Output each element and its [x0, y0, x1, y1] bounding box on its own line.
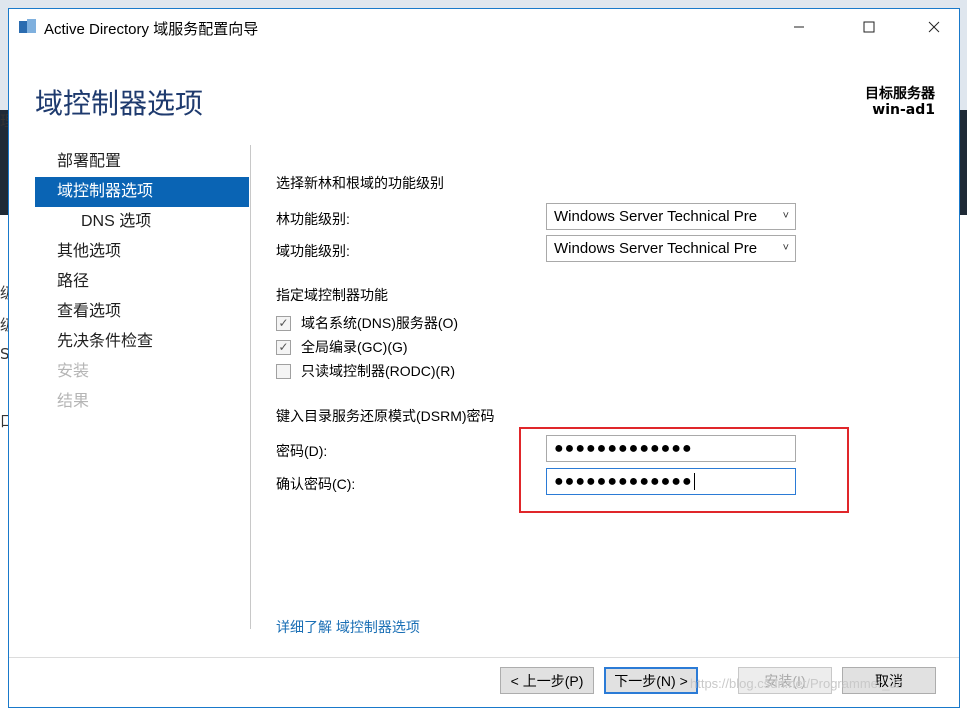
confirm-password-label: 确认密码(C): — [276, 476, 356, 492]
dns-server-checkbox[interactable]: ✓ — [276, 315, 291, 331]
nav-item-paths[interactable]: 路径 — [35, 267, 249, 297]
global-catalog-option[interactable]: ✓ 全局编录(GC)(G) — [276, 337, 408, 357]
global-catalog-checkbox[interactable]: ✓ — [276, 339, 291, 355]
nav-divider — [250, 145, 251, 629]
window-title: Active Directory 域服务配置向导 — [44, 21, 259, 38]
section-heading: 选择新林和根域的功能级别 — [276, 175, 444, 191]
forest-level-value: Windows Server Technical Pre — [554, 208, 758, 225]
domain-level-value: Windows Server Technical Pre — [554, 240, 758, 257]
nav-item-dc-options[interactable]: 域控制器选项 — [35, 177, 249, 207]
previous-button[interactable]: < 上一步(P) — [500, 667, 594, 694]
wizard-window: Active Directory 域服务配置向导 域控制器选项 目标服务器 wi… — [8, 8, 960, 708]
section-heading: 键入目录服务还原模式(DSRM)密码 — [276, 408, 495, 424]
nav-item-install: 安装 — [57, 363, 90, 380]
target-server-name: win-ad1 — [872, 102, 935, 118]
nav-item-results: 结果 — [57, 393, 90, 410]
section-heading: 指定域控制器功能 — [276, 287, 388, 303]
close-icon — [928, 21, 940, 33]
wizard-content: 选择新林和根域的功能级别 林功能级别: Windows Server Techn… — [276, 159, 946, 639]
nav-item-deployment[interactable]: 部署配置 — [35, 147, 249, 177]
chevron-down-icon: ˅ — [782, 210, 789, 222]
target-server-label: 目标服务器 — [865, 86, 935, 102]
highlight-box — [519, 427, 849, 513]
minimize-button[interactable] — [774, 9, 824, 45]
domain-level-label: 域功能级别: — [276, 243, 350, 259]
page-title: 域控制器选项 — [35, 88, 204, 119]
title-bar[interactable]: Active Directory 域服务配置向导 — [9, 9, 959, 45]
password-label: 密码(D): — [276, 443, 328, 459]
forest-level-label: 林功能级别: — [276, 211, 350, 227]
learn-more-link[interactable]: 详细了解 域控制器选项 — [276, 617, 420, 637]
close-button[interactable] — [909, 9, 959, 45]
domain-level-select[interactable]: Windows Server Technical Pre ˅ — [546, 235, 796, 262]
wizard-nav: 部署配置 域控制器选项 DNS 选项 其他选项 路径 查看选项 先决条件检查 安… — [35, 147, 249, 417]
rodc-option[interactable]: 只读域控制器(RODC)(R) — [276, 361, 455, 381]
rodc-checkbox[interactable] — [276, 363, 291, 379]
nav-item-review[interactable]: 查看选项 — [35, 297, 249, 327]
checkbox-label: 域名系统(DNS)服务器(O) — [301, 315, 459, 331]
nav-item-additional-options[interactable]: 其他选项 — [35, 237, 249, 267]
next-button[interactable]: 下一步(N) > — [604, 667, 698, 694]
nav-item-prereq-check[interactable]: 先决条件检查 — [35, 327, 249, 357]
maximize-button[interactable] — [844, 9, 894, 45]
watermark: https://blog.csdn.net/Programmer_Jz — [690, 676, 903, 691]
footer-divider — [9, 657, 959, 658]
minimize-icon — [794, 26, 804, 28]
maximize-icon — [863, 21, 875, 33]
dns-server-option[interactable]: ✓ 域名系统(DNS)服务器(O) — [276, 313, 458, 333]
wizard-header: 域控制器选项 目标服务器 win-ad1 — [9, 45, 959, 137]
checkbox-label: 全局编录(GC)(G) — [301, 339, 408, 355]
chevron-down-icon: ˅ — [782, 242, 789, 254]
nav-item-dns-options[interactable]: DNS 选项 — [35, 207, 249, 237]
forest-level-select[interactable]: Windows Server Technical Pre ˅ — [546, 203, 796, 230]
checkbox-label: 只读域控制器(RODC)(R) — [301, 363, 455, 379]
server-manager-icon — [19, 19, 37, 35]
